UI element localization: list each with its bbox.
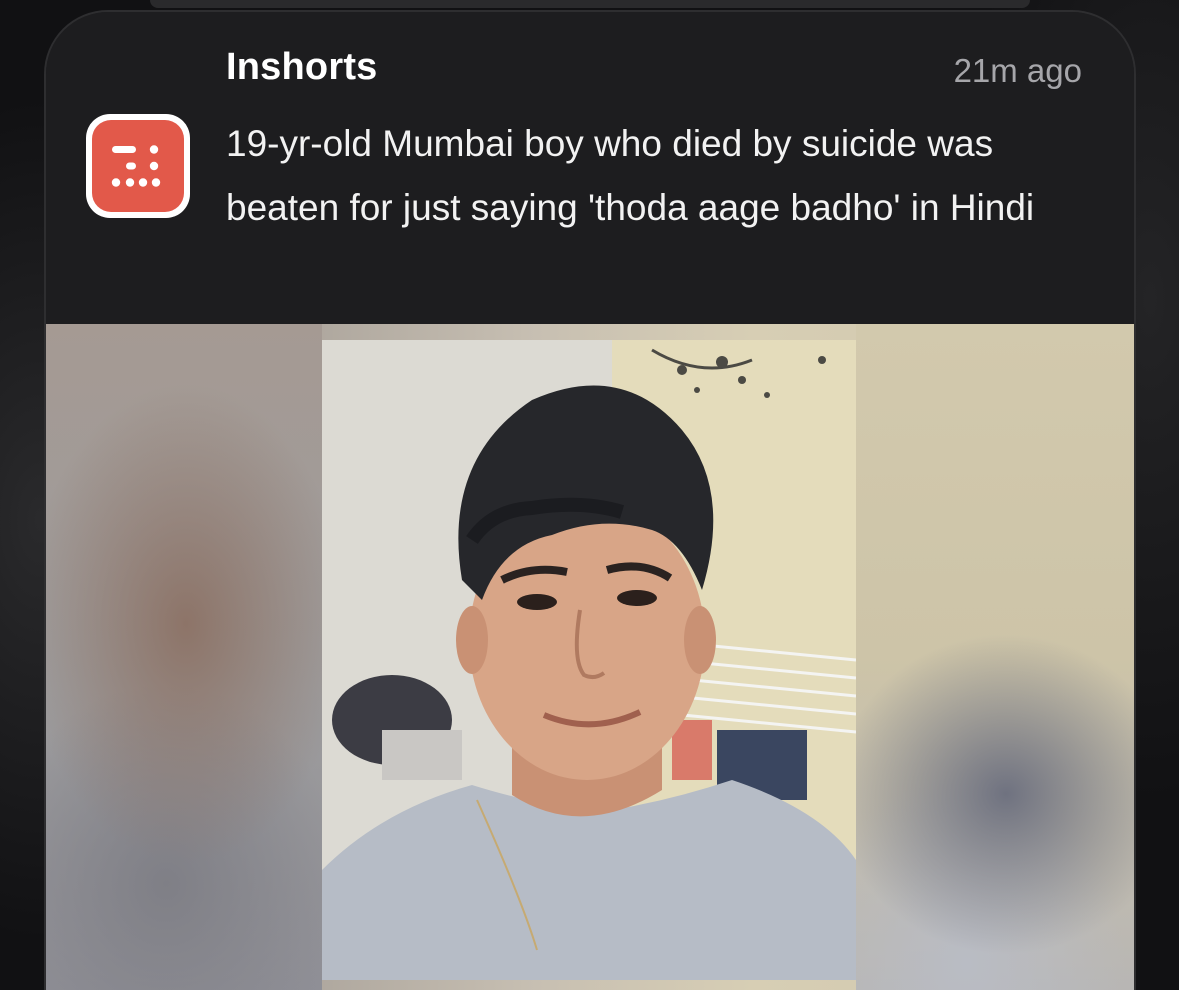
portrait-photo xyxy=(322,340,856,980)
notification-image[interactable] xyxy=(46,324,1134,990)
notification-header: Inshorts 21m ago 19-yr-old Mumbai boy wh… xyxy=(46,12,1134,324)
blurred-image-backdrop-right xyxy=(856,324,1134,990)
inshorts-logo-icon xyxy=(86,114,190,218)
previous-notification-edge xyxy=(150,0,1030,8)
blurred-image-backdrop-left xyxy=(46,324,322,990)
app-name: Inshorts xyxy=(226,46,378,88)
notification-headline: 19-yr-old Mumbai boy who died by suicide… xyxy=(226,123,1035,228)
notification-card[interactable]: Inshorts 21m ago 19-yr-old Mumbai boy wh… xyxy=(46,12,1134,990)
notification-timestamp: 21m ago xyxy=(953,52,1082,89)
